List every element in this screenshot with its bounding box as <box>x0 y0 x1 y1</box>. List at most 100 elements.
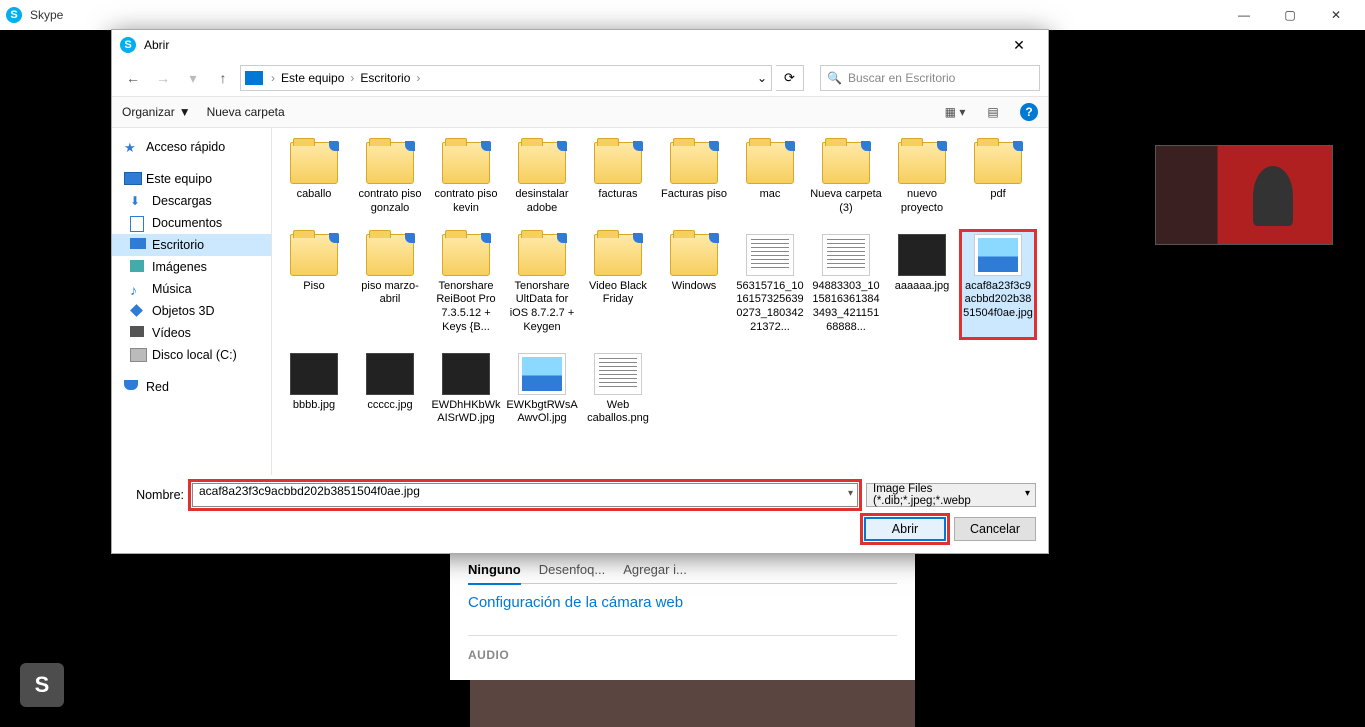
organize-button[interactable]: Organizar ▼ <box>122 105 191 119</box>
file-name: bbbb.jpg <box>278 399 350 413</box>
file-item[interactable]: Tenorshare UltData for iOS 8.7.2.7 + Key… <box>504 230 580 339</box>
file-item[interactable]: aaaaaa.jpg <box>884 230 960 339</box>
file-name: Piso <box>278 280 350 294</box>
pc-icon <box>245 71 263 85</box>
dialog-close-button[interactable]: ✕ <box>998 31 1040 59</box>
chevron-right-icon: › <box>416 71 420 85</box>
search-input[interactable]: 🔍 Buscar en Escritorio <box>820 65 1040 91</box>
cancel-button[interactable]: Cancelar <box>954 517 1036 541</box>
folder-icon <box>366 142 414 184</box>
sidebar-network[interactable]: Red <box>112 376 271 398</box>
close-button[interactable]: ✕ <box>1313 0 1359 30</box>
skype-logo-icon: S <box>6 7 22 23</box>
minimize-button[interactable]: — <box>1221 0 1267 30</box>
file-item[interactable]: bbbb.jpg <box>276 349 352 431</box>
file-list[interactable]: caballocontrato piso gonzalocontrato pis… <box>272 128 1048 475</box>
file-item[interactable]: acaf8a23f3c9acbbd202b3851504f0ae.jpg <box>960 230 1036 339</box>
recent-dropdown[interactable]: ▾ <box>180 65 206 91</box>
view-options-icon[interactable]: ▦ ▾ <box>944 101 966 123</box>
disk-icon <box>130 348 146 362</box>
background-settings-panel: Ninguno Desenfoq... Agregar i... Configu… <box>450 554 915 680</box>
help-icon[interactable]: ? <box>1020 103 1038 121</box>
file-name: Tenorshare UltData for iOS 8.7.2.7 + Key… <box>506 280 578 335</box>
pc-icon <box>124 172 140 186</box>
chevron-right-icon: › <box>271 71 275 85</box>
new-folder-button[interactable]: Nueva carpeta <box>207 105 285 119</box>
back-button[interactable]: ← <box>120 65 146 91</box>
file-name: facturas <box>582 188 654 202</box>
file-thumbnail-icon <box>290 353 338 395</box>
folder-icon <box>442 234 490 276</box>
network-icon <box>124 380 140 394</box>
breadcrumb-dropdown-icon[interactable]: ⌄ <box>757 71 767 85</box>
chevron-down-icon: ▼ <box>179 105 191 119</box>
file-item[interactable]: EWDhHKbWkAISrWD.jpg <box>428 349 504 431</box>
file-item[interactable]: mac <box>732 138 808 220</box>
skype-taskbar-icon[interactable]: S <box>20 663 64 707</box>
sidebar-this-pc[interactable]: Este equipo <box>112 168 271 190</box>
file-item[interactable]: desinstalar adobe <box>504 138 580 220</box>
tab-add-image[interactable]: Agregar i... <box>623 562 687 577</box>
file-thumbnail-icon <box>974 234 1022 276</box>
tab-blur[interactable]: Desenfoq... <box>539 562 606 577</box>
folder-icon <box>822 142 870 184</box>
file-item[interactable]: pdf <box>960 138 1036 220</box>
downloads-icon <box>130 194 146 208</box>
dialog-titlebar: S Abrir ✕ <box>112 30 1048 60</box>
file-item[interactable]: Tenorshare ReiBoot Pro 7.3.5.12 + Keys {… <box>428 230 504 339</box>
sidebar-downloads[interactable]: Descargas <box>112 190 271 212</box>
sidebar-videos[interactable]: Vídeos <box>112 322 271 344</box>
file-name: EWKbgtRWsAAwvOl.jpg <box>506 399 578 427</box>
file-name: acaf8a23f3c9acbbd202b3851504f0ae.jpg <box>962 280 1034 321</box>
chevron-down-icon[interactable]: ▾ <box>848 488 853 499</box>
tab-none[interactable]: Ninguno <box>468 562 521 585</box>
sidebar-local-disk[interactable]: Disco local (C:) <box>112 344 271 366</box>
person-silhouette-icon <box>1253 166 1293 226</box>
breadcrumb[interactable]: › Este equipo › Escritorio › ⌄ <box>240 65 772 91</box>
file-item[interactable]: contrato piso gonzalo <box>352 138 428 220</box>
folder-icon <box>746 142 794 184</box>
file-item[interactable]: Nueva carpeta (3) <box>808 138 884 220</box>
file-item[interactable]: caballo <box>276 138 352 220</box>
file-item[interactable]: Piso <box>276 230 352 339</box>
sidebar-pictures[interactable]: Imágenes <box>112 256 271 278</box>
breadcrumb-pc[interactable]: Este equipo <box>281 71 344 85</box>
file-item[interactable]: 56315716_10161573256390273_18034221372..… <box>732 230 808 339</box>
sidebar-music[interactable]: Música <box>112 278 271 300</box>
filename-input[interactable]: acaf8a23f3c9acbbd202b3851504f0ae.jpg ▾ <box>192 483 858 507</box>
file-item[interactable]: piso marzo-abril <box>352 230 428 339</box>
file-item[interactable]: contrato piso kevin <box>428 138 504 220</box>
file-name: desinstalar adobe <box>506 188 578 216</box>
file-name: mac <box>734 188 806 202</box>
folder-icon <box>366 234 414 276</box>
file-thumbnail-icon <box>746 234 794 276</box>
file-item[interactable]: Video Black Friday <box>580 230 656 339</box>
file-name: EWDhHKbWkAISrWD.jpg <box>430 399 502 427</box>
file-thumbnail-icon <box>442 353 490 395</box>
sidebar-documents[interactable]: Documentos <box>112 212 271 234</box>
webcam-settings-link[interactable]: Configuración de la cámara web <box>468 594 897 611</box>
folder-icon <box>290 142 338 184</box>
file-thumbnail-icon <box>898 234 946 276</box>
refresh-button[interactable]: ⟳ <box>776 65 804 91</box>
file-item[interactable]: Web caballos.png <box>580 349 656 431</box>
sidebar: Acceso rápido Este equipo Descargas Docu… <box>112 128 272 475</box>
file-item[interactable]: EWKbgtRWsAAwvOl.jpg <box>504 349 580 431</box>
file-type-filter[interactable]: Image Files (*.dib;*.jpeg;*.webp <box>866 483 1036 507</box>
file-item[interactable]: facturas <box>580 138 656 220</box>
sidebar-quick-access[interactable]: Acceso rápido <box>112 136 271 158</box>
file-item[interactable]: nuevo proyecto <box>884 138 960 220</box>
breadcrumb-location[interactable]: Escritorio <box>360 71 410 85</box>
preview-pane-icon[interactable]: ▤ <box>982 101 1004 123</box>
file-item[interactable]: Windows <box>656 230 732 339</box>
maximize-button[interactable]: ▢ <box>1267 0 1313 30</box>
sidebar-desktop[interactable]: Escritorio <box>112 234 271 256</box>
sidebar-3d-objects[interactable]: Objetos 3D <box>112 300 271 322</box>
file-item[interactable]: 94883303_10158163613843493_42115168888..… <box>808 230 884 339</box>
up-button[interactable]: ↑ <box>210 65 236 91</box>
file-item[interactable]: ccccc.jpg <box>352 349 428 431</box>
folder-icon <box>518 234 566 276</box>
file-item[interactable]: Facturas piso <box>656 138 732 220</box>
open-button[interactable]: Abrir <box>864 517 946 541</box>
forward-button[interactable]: → <box>150 65 176 91</box>
